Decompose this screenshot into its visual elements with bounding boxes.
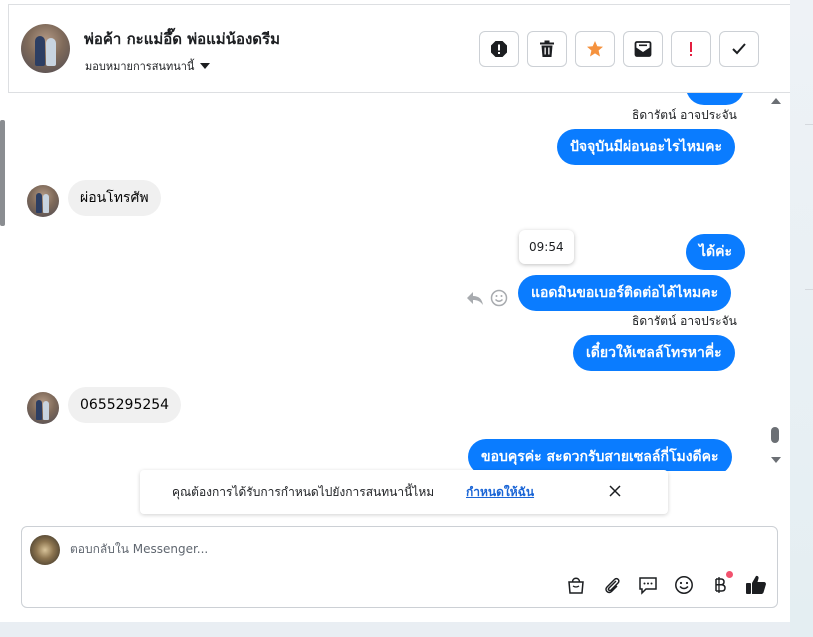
message-bubble-outgoing[interactable]: ได้ค่ะ	[686, 234, 746, 270]
left-scrollbar[interactable]	[0, 120, 5, 226]
shop-button[interactable]	[564, 574, 587, 596]
close-icon[interactable]	[608, 484, 622, 498]
scroll-thumb[interactable]	[771, 427, 779, 443]
emoji-reaction-icon[interactable]	[490, 289, 508, 307]
chat-bubble-icon	[638, 577, 657, 595]
message-bubble-outgoing[interactable]: เดี๋ยวให้เซลล์โทรหาคี่ะ	[573, 335, 735, 371]
contact-avatar-small[interactable]	[27, 185, 59, 217]
conversation-header: พ่อค้า กะแม่อึ๊ด พ่อแม่น้องดรีม มอบหมายก…	[8, 4, 790, 93]
baht-icon	[714, 577, 726, 593]
avatar-figure	[36, 400, 42, 420]
assign-to-me-link[interactable]: กำหนดให้ฉัน	[466, 483, 534, 502]
shopping-bag-icon	[567, 577, 584, 594]
contact-avatar-small[interactable]	[27, 392, 59, 424]
assign-label: มอบหมายการสนทนานี้	[85, 60, 195, 73]
avatar-figure	[43, 194, 49, 213]
follow-up-button[interactable]	[671, 31, 711, 67]
divider	[805, 124, 813, 125]
message-tools	[466, 289, 508, 307]
scroll-down-icon[interactable]	[771, 457, 781, 463]
alert-octagon-icon	[491, 41, 507, 57]
assign-dropdown[interactable]: มอบหมายการสนทนานี้	[85, 57, 211, 75]
message-scrollbar[interactable]	[766, 93, 786, 471]
avatar-figure	[43, 401, 49, 420]
saved-replies-button[interactable]	[636, 574, 659, 596]
star-icon	[587, 41, 603, 57]
notification-dot	[726, 571, 733, 578]
message-bubble-outgoing[interactable]	[686, 93, 744, 105]
chevron-down-icon	[200, 63, 211, 69]
mark-unread-button[interactable]	[623, 31, 663, 67]
payment-button[interactable]	[708, 571, 733, 596]
timestamp-tooltip: 09:54	[519, 230, 574, 264]
message-composer	[21, 526, 778, 608]
mark-done-button[interactable]	[719, 31, 759, 67]
conversation-panel: พ่อค้า กะแม่อึ๊ด พ่อแม่น้องดรีม มอบหมายก…	[0, 0, 790, 622]
paperclip-icon	[604, 577, 620, 594]
contact-avatar[interactable]	[21, 24, 70, 73]
scroll-up-icon[interactable]	[771, 98, 781, 104]
attach-button[interactable]	[600, 574, 623, 596]
bottom-band	[0, 622, 790, 637]
page-avatar	[30, 535, 60, 565]
exclamation-icon	[690, 42, 692, 56]
avatar-figure	[36, 193, 42, 213]
message-list[interactable]: ธิดารัตน์ อาจประจัน ปัจจุบันมีผ่อนอะไรไห…	[8, 93, 790, 471]
sender-name: ธิดารัตน์ อาจประจัน	[632, 108, 737, 122]
notice-text: คุณต้องการได้รับการกำหนดไปยังการสนทนานี้…	[172, 485, 435, 499]
divider	[805, 289, 813, 290]
thumbs-up-icon	[745, 575, 766, 594]
check-icon	[732, 43, 746, 55]
emoji-button[interactable]	[672, 574, 695, 596]
sender-name: ธิดารัตน์ อาจประจัน	[632, 314, 737, 328]
spam-button[interactable]	[479, 31, 519, 67]
composer-tools	[564, 571, 767, 596]
assign-notice: คุณต้องการได้รับการกำหนดไปยังการสนทนานี้…	[140, 470, 668, 514]
message-bubble-outgoing[interactable]: ปัจจุบันมีผ่อนอะไรไหมคะ	[557, 129, 736, 165]
message-bubble-outgoing[interactable]: แอดมินขอเบอร์ติดต่อได้ไหมคะ	[518, 275, 732, 311]
header-actions	[479, 31, 759, 67]
trash-icon	[540, 40, 554, 57]
avatar-figure	[35, 36, 45, 66]
like-button[interactable]	[744, 574, 767, 596]
avatar-figure	[46, 38, 56, 66]
reply-input[interactable]	[70, 542, 670, 556]
delete-button[interactable]	[527, 31, 567, 67]
envelope-icon	[634, 41, 652, 57]
background-strip	[790, 0, 813, 637]
message-bubble-outgoing[interactable]: ขอบคุรค่ะ สะดวกรับสายเซลล์กี่โมงดีคะ	[468, 439, 732, 471]
message-bubble-incoming[interactable]: ผ่อนโทรศัพ	[68, 180, 161, 216]
star-button[interactable]	[575, 31, 615, 67]
message-bubble-incoming[interactable]: 0655295254	[68, 387, 182, 423]
contact-name[interactable]: พ่อค้า กะแม่อึ๊ด พ่อแม่น้องดรีม	[84, 27, 280, 51]
reply-icon[interactable]	[466, 290, 484, 306]
emoji-icon	[674, 576, 693, 594]
